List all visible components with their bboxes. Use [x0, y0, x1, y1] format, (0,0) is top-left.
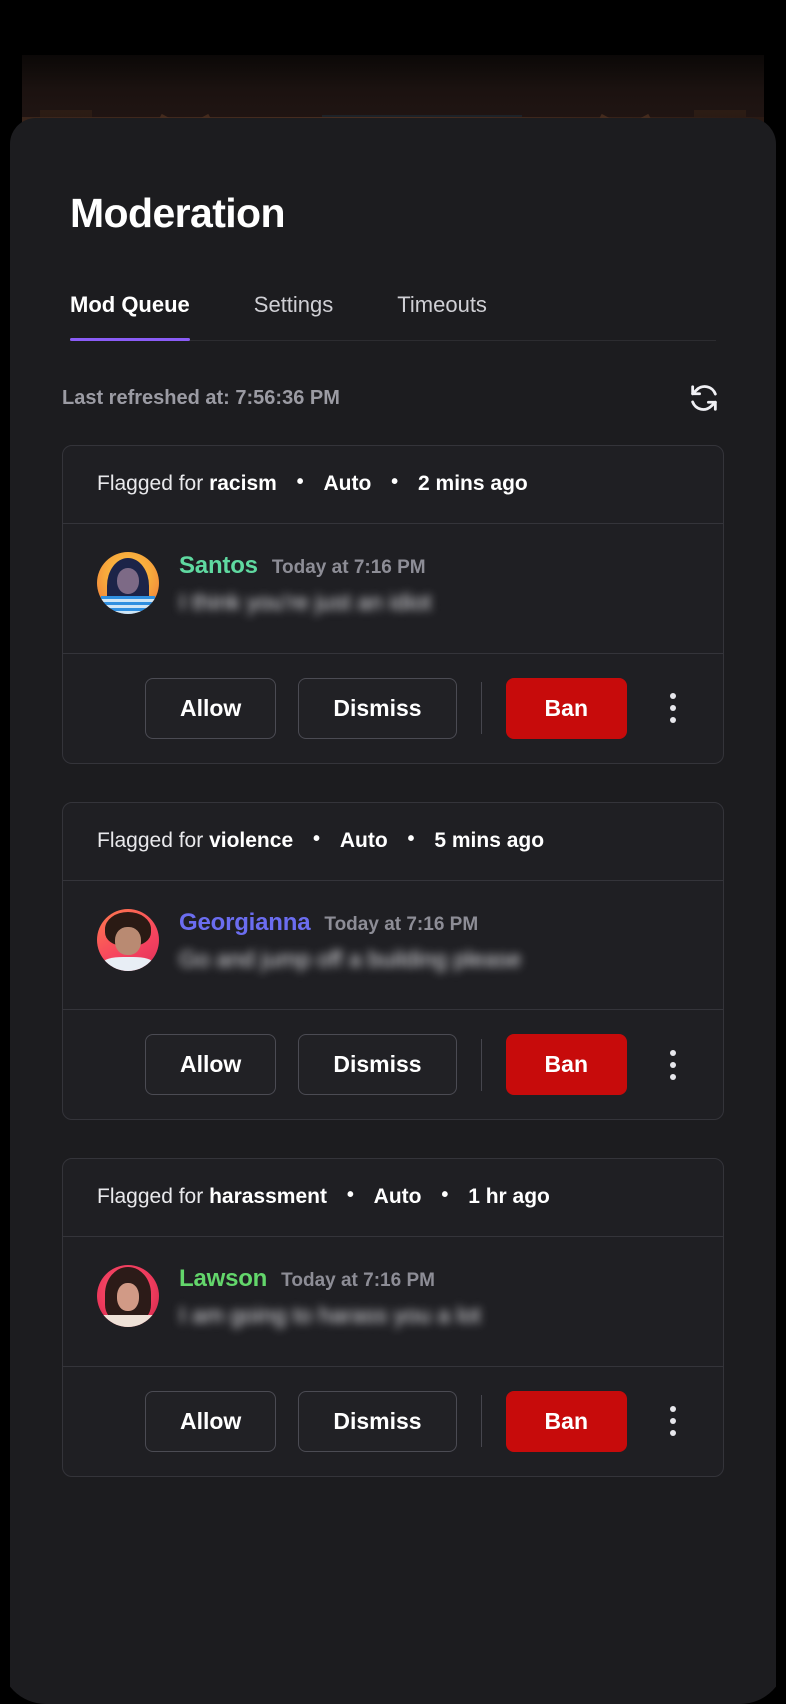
mod-queue-item: Flagged for harassment • Auto • 1 hr ago…: [62, 1158, 724, 1477]
last-refreshed-label: Last refreshed at: 7:56:36 PM: [62, 386, 340, 409]
flag-summary: Flagged for violence • Auto • 5 mins ago: [63, 803, 723, 881]
message-timestamp: Today at 7:16 PM: [281, 1270, 435, 1292]
tab-timeouts[interactable]: Timeouts: [397, 292, 487, 340]
refresh-icon[interactable]: [687, 381, 721, 415]
sheet-header: Moderation Mod Queue Settings Timeouts: [10, 118, 776, 341]
mod-queue-item: Flagged for violence • Auto • 5 mins ago…: [62, 801, 724, 1121]
flag-summary: Flagged for harassment • Auto • 1 hr ago: [63, 1159, 723, 1238]
dismiss-button[interactable]: Dismiss: [298, 677, 457, 739]
allow-button[interactable]: Allow: [144, 1390, 277, 1452]
action-divider: [480, 1395, 482, 1448]
page-title: Moderation: [70, 190, 286, 236]
message-author[interactable]: Lawson: [179, 1265, 267, 1293]
dismiss-button[interactable]: Dismiss: [298, 1034, 457, 1096]
flag-prefix: Flagged for: [97, 828, 204, 852]
ban-button[interactable]: Ban: [505, 1390, 627, 1452]
tab-settings[interactable]: Settings: [254, 292, 334, 340]
tab-mod-queue[interactable]: Mod Queue: [70, 292, 190, 341]
card-actions: Allow Dismiss Ban: [63, 654, 723, 763]
dot-separator: •: [441, 1184, 449, 1207]
moderation-sheet: Moderation Mod Queue Settings Timeouts L…: [10, 118, 776, 1704]
flag-prefix: Flagged for: [97, 472, 204, 495]
flag-summary: Flagged for racism • Auto • 2 mins ago: [63, 446, 723, 524]
ban-button[interactable]: Ban: [505, 677, 627, 739]
allow-button[interactable]: Allow: [144, 677, 277, 739]
more-options-icon[interactable]: [653, 681, 693, 735]
phone-screen: Moderation Mod Queue Settings Timeouts L…: [0, 0, 786, 1704]
message-author[interactable]: Santos: [179, 552, 258, 580]
flag-reason: racism: [209, 472, 277, 495]
flagged-message: Georgianna Today at 7:16 PM Go and jump …: [63, 881, 723, 1011]
card-actions: Allow Dismiss Ban: [63, 1010, 723, 1119]
tab-bar: Mod Queue Settings Timeouts: [70, 292, 716, 341]
dot-separator: •: [346, 1184, 354, 1207]
avatar[interactable]: [97, 1265, 159, 1328]
flag-age: 1 hr ago: [468, 1185, 550, 1209]
flag-age: 5 mins ago: [434, 828, 545, 852]
flag-source: Auto: [339, 828, 388, 852]
allow-button[interactable]: Allow: [144, 1034, 277, 1096]
flagged-message: Lawson Today at 7:16 PM I am going to ha…: [63, 1237, 723, 1367]
flagged-message: Santos Today at 7:16 PM I think you're j…: [63, 524, 723, 654]
flag-source: Auto: [373, 1185, 422, 1209]
message-body: I think you're just an idiot: [179, 589, 432, 615]
dismiss-button[interactable]: Dismiss: [298, 1390, 457, 1452]
avatar[interactable]: [97, 552, 159, 614]
mod-queue-list: Flagged for racism • Auto • 2 mins ago S…: [10, 415, 776, 1477]
message-body: Go and jump off a building please: [179, 945, 522, 972]
more-options-icon[interactable]: [653, 1394, 693, 1448]
flag-source: Auto: [323, 472, 372, 495]
flag-reason: violence: [209, 828, 294, 852]
flag-age: 2 mins ago: [418, 472, 528, 495]
refresh-row: Last refreshed at: 7:56:36 PM: [10, 341, 776, 415]
message-body: I am going to harass you a lot: [179, 1302, 481, 1329]
avatar[interactable]: [97, 908, 159, 971]
dot-separator: •: [391, 471, 399, 493]
mod-queue-item: Flagged for racism • Auto • 2 mins ago S…: [62, 445, 724, 764]
action-divider: [480, 682, 482, 735]
more-options-icon[interactable]: [653, 1038, 693, 1092]
message-timestamp: Today at 7:16 PM: [324, 913, 479, 935]
flag-prefix: Flagged for: [97, 1185, 204, 1209]
ban-button[interactable]: Ban: [505, 1034, 627, 1096]
action-divider: [480, 1038, 482, 1091]
dot-separator: •: [296, 471, 304, 493]
message-author[interactable]: Georgianna: [179, 909, 311, 937]
message-timestamp: Today at 7:16 PM: [271, 557, 426, 578]
dot-separator: •: [312, 827, 320, 850]
dot-separator: •: [407, 827, 415, 850]
flag-reason: harassment: [209, 1185, 327, 1209]
card-actions: Allow Dismiss Ban: [63, 1367, 723, 1476]
